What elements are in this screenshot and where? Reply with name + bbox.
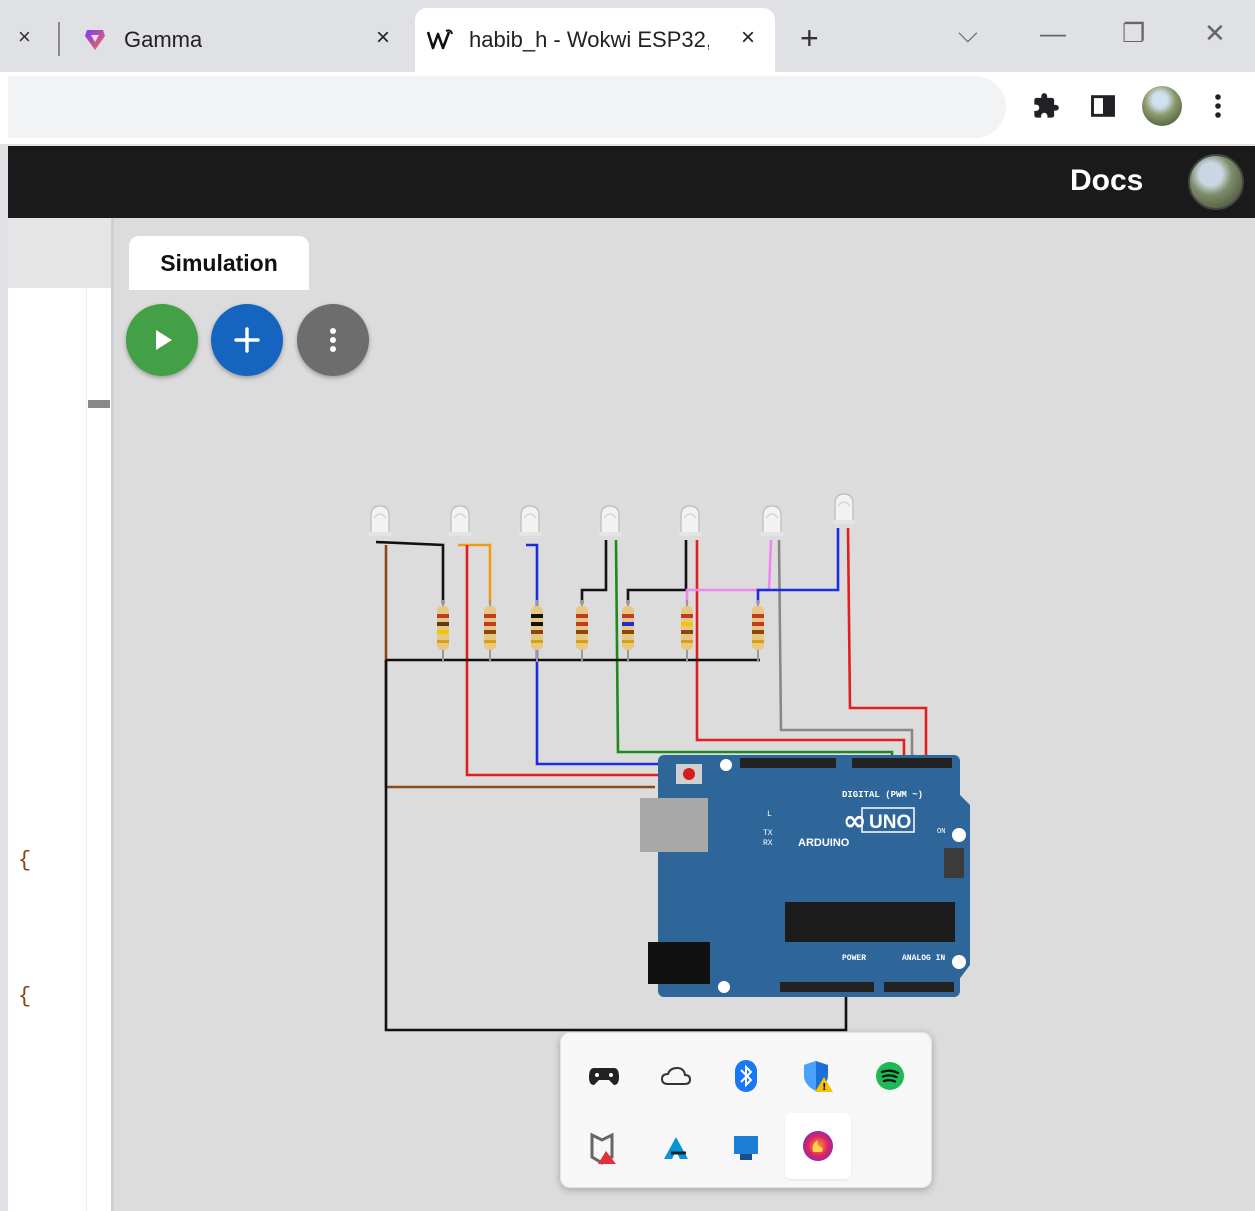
board-brand: ARDUINO (798, 837, 850, 849)
resistor[interactable] (437, 600, 449, 662)
resistor[interactable] (752, 600, 764, 662)
analog-label: ANALOG IN (902, 954, 945, 963)
icsp-header (944, 848, 964, 878)
gamepad-icon[interactable] (571, 1043, 637, 1109)
led[interactable] (519, 505, 541, 536)
led[interactable] (369, 505, 391, 536)
atmega-chip (785, 902, 955, 942)
wire (384, 545, 655, 789)
power-label: POWER (842, 954, 866, 963)
arduino-uno-board[interactable]: ∞ UNO ARDUINO DIGITAL (PWM ~) POWER ANAL… (640, 755, 970, 997)
analog-header (884, 982, 954, 992)
firefox-dev-icon[interactable] (785, 1113, 851, 1179)
onedrive-icon[interactable] (643, 1043, 709, 1109)
resistor[interactable] (622, 600, 634, 662)
led[interactable] (449, 505, 471, 536)
led[interactable] (599, 505, 621, 536)
wire (777, 539, 914, 760)
power-jack (648, 942, 710, 984)
svg-text:!: ! (822, 1082, 827, 1093)
resistor[interactable] (484, 600, 496, 662)
bluetooth-icon[interactable] (713, 1043, 779, 1109)
digital-header (852, 758, 952, 768)
system-tray-overflow: ! (560, 1032, 932, 1188)
reset-button-cap (683, 768, 695, 780)
usb-port (640, 798, 708, 852)
board-name: UNO (869, 812, 911, 833)
device-icon[interactable] (713, 1115, 779, 1181)
wire (580, 540, 608, 604)
led[interactable] (761, 505, 783, 536)
wire (458, 543, 492, 604)
digital-header (740, 758, 836, 768)
led[interactable] (833, 493, 855, 524)
defender-warning-icon[interactable]: ! (785, 1043, 851, 1109)
mcafee-icon[interactable] (571, 1115, 637, 1181)
on-label: ON (937, 828, 945, 836)
resistors (437, 600, 764, 662)
screen: × Gamma × habib_h - Wokwi ESP32, × + ⌵ —… (0, 0, 1255, 1211)
resistor[interactable] (681, 600, 693, 662)
tx-label: TX (763, 829, 773, 838)
l-label: L (767, 810, 772, 819)
autodesk-icon[interactable] (643, 1115, 709, 1181)
wire (626, 540, 688, 604)
circuit-diagram: ∞ UNO ARDUINO DIGITAL (PWM ~) POWER ANAL… (369, 493, 970, 1032)
power-header (780, 982, 874, 992)
resistor[interactable] (531, 600, 543, 662)
spotify-icon[interactable] (857, 1043, 923, 1109)
wire (695, 540, 906, 760)
led[interactable] (679, 505, 701, 536)
leds (369, 493, 855, 536)
resistor[interactable] (576, 600, 588, 662)
digital-label: DIGITAL (PWM ~) (842, 790, 923, 800)
rx-label: RX (763, 839, 773, 848)
wire (846, 527, 928, 760)
